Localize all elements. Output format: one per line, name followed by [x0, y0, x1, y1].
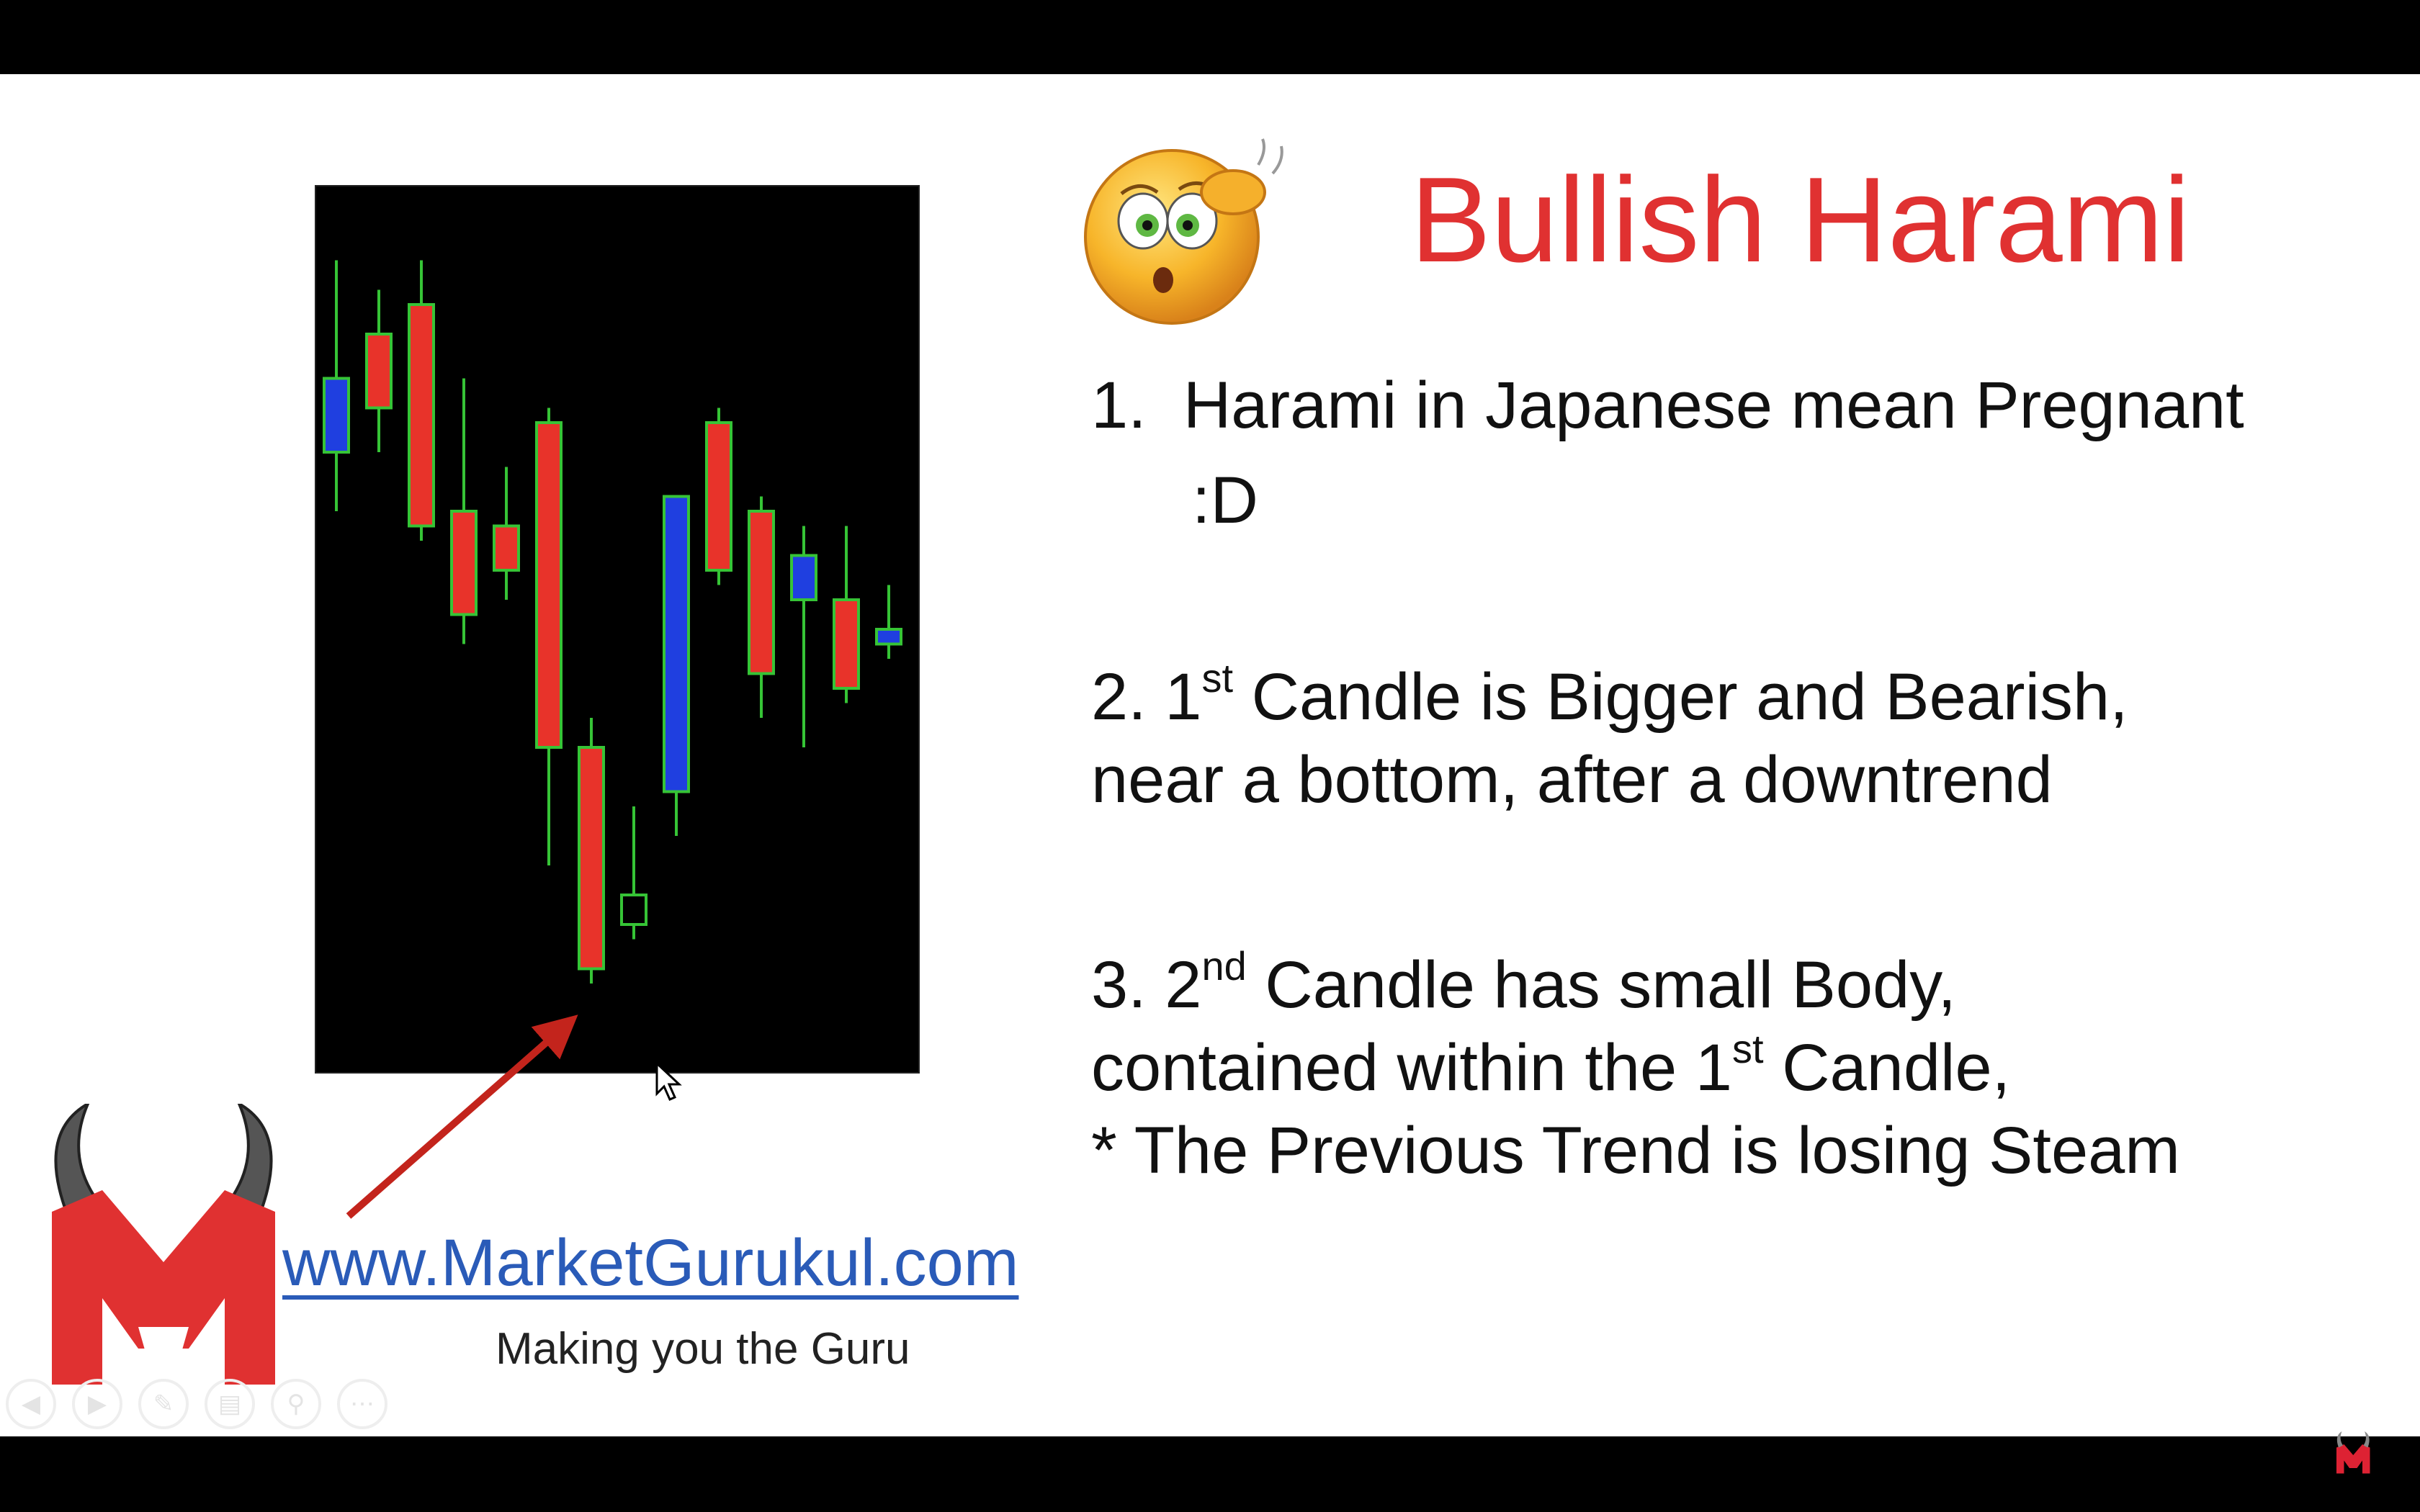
point-3-sup: nd: [1201, 943, 1247, 989]
bull-m-logo-icon: [52, 1104, 275, 1385]
point-3-suffix: Candle has small Body,: [1246, 948, 1956, 1022]
point-2-sup: st: [1201, 655, 1234, 701]
candle-body: [875, 628, 902, 646]
mouse-cursor-icon: [655, 1062, 682, 1101]
candle-body: [833, 598, 860, 690]
next-slide-button[interactable]: ▶: [72, 1379, 122, 1429]
previous-slide-button[interactable]: ◀: [6, 1379, 56, 1429]
point-3-line-2: contained within the 1st Candle,: [1091, 1026, 2180, 1110]
pen-tool-button[interactable]: ✎: [138, 1379, 189, 1429]
candle-body: [450, 510, 478, 616]
point-3-line-2-sup: st: [1731, 1026, 1764, 1071]
point-3-line-2-prefix: contained within the 1: [1091, 1031, 1732, 1104]
slide: Bullish Harami 1. Harami in Japanese mea…: [0, 74, 2420, 1436]
confused-thinking-face-icon: [1084, 138, 1283, 325]
point-3: 3. 2nd Candle has small Body, contained …: [1091, 943, 2180, 1192]
point-2-suffix: Candle is Bigger and Bearish,: [1233, 660, 2128, 734]
point-1-text: Harami in Japanese mean Pregnant: [1183, 369, 2244, 442]
candle-body: [535, 421, 563, 749]
red-pointer-arrow-icon: [346, 1014, 578, 1219]
point-3-line-3: * The Previous Trend is losing Steam: [1091, 1114, 2180, 1187]
point-2-prefix: 2. 1: [1091, 660, 1202, 734]
point-3-line-1: 3. 2nd Candle has small Body,: [1091, 943, 2180, 1027]
candle-body: [620, 894, 647, 926]
corner-logo-icon: [2336, 1431, 2370, 1474]
point-3-prefix: 3. 2: [1091, 948, 1202, 1022]
candle-body: [408, 303, 435, 528]
candle-body: [790, 554, 817, 601]
point-1-number: 1.: [1091, 369, 1147, 442]
candle-body: [493, 524, 520, 572]
point-1: 1. Harami in Japanese mean Pregnant :D: [1091, 364, 2244, 537]
candle-body: [663, 495, 690, 793]
slideshow-controls: ◀ ▶ ✎ ▤ ⚲ ⋯: [6, 1379, 387, 1429]
candle-body: [705, 421, 732, 572]
website-link[interactable]: www.MarketGurukul.com: [282, 1230, 1018, 1296]
candle-body: [748, 510, 775, 675]
point-2-line-1: 2. 1st Candle is Bigger and Bearish,: [1091, 655, 2128, 739]
point-2-line-2: near a bottom, after a downtrend: [1091, 743, 2053, 816]
point-1-continuation: :D: [1192, 464, 1258, 537]
slide-title: Bullish Harami: [1410, 152, 2190, 287]
more-options-button[interactable]: ⋯: [337, 1379, 387, 1429]
tagline: Making you the Guru: [496, 1324, 910, 1374]
point-3-line-2-suffix: Candle,: [1763, 1031, 2011, 1104]
point-2: 2. 1st Candle is Bigger and Bearish, nea…: [1091, 655, 2128, 822]
candle-body: [365, 333, 393, 410]
zoom-button[interactable]: ⚲: [271, 1379, 321, 1429]
candle-body: [323, 377, 350, 454]
see-all-slides-button[interactable]: ▤: [205, 1379, 255, 1429]
